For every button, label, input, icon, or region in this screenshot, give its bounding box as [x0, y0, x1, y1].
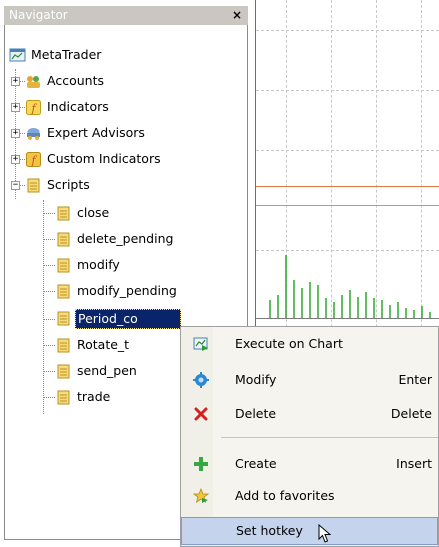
menu-item-create[interactable]: Create Insert: [181, 451, 438, 477]
menu-item-add-to-favorites[interactable]: Add to favorites: [181, 483, 438, 509]
tree-item-label: Period_co: [75, 309, 181, 329]
separator-line: [256, 205, 439, 206]
expand-plus-icon[interactable]: +: [11, 129, 20, 138]
menu-item-execute-on-chart[interactable]: Execute on Chart: [181, 331, 438, 357]
tree-item-label: Accounts: [47, 73, 104, 88]
tree-item-label: MetaTrader: [31, 47, 102, 62]
menu-item-modify[interactable]: Modify Enter: [181, 367, 438, 393]
tree-item-label: trade: [77, 389, 111, 404]
close-icon[interactable]: ×: [230, 6, 244, 25]
tree-item-label: close: [77, 205, 110, 220]
tree-line: [43, 200, 44, 414]
expand-plus-icon[interactable]: +: [11, 155, 20, 164]
menu-item-label: Set hotkey: [236, 523, 303, 538]
tree-item-label: modify: [77, 257, 120, 272]
mouse-cursor-icon: [318, 524, 332, 543]
tree-item-label: Custom Indicators: [47, 151, 161, 166]
scripts-icon: [27, 178, 40, 193]
menu-item-label: Modify: [235, 372, 277, 387]
script-icon: [57, 338, 70, 353]
tree-item-label: Expert Advisors: [47, 125, 145, 140]
menu-item-delete[interactable]: Delete Delete: [181, 401, 438, 427]
expand-plus-icon[interactable]: +: [11, 77, 20, 86]
favorites-star-icon: [193, 488, 209, 503]
indicators-icon: f: [26, 100, 41, 115]
navigator-title-bar[interactable]: Navigator ×: [4, 6, 248, 25]
script-icon: [57, 390, 70, 405]
price-line: [256, 186, 439, 187]
tree-item-label: Scripts: [47, 177, 90, 192]
tree-item-label: Rotate_t: [77, 337, 130, 352]
menu-item-label: Delete: [235, 406, 277, 421]
delete-x-icon: [194, 407, 208, 421]
modify-gear-icon: [193, 372, 209, 388]
menu-item-shortcut: Insert: [396, 456, 432, 471]
menu-separator: [221, 437, 438, 438]
tree-item-label: Indicators: [47, 99, 109, 114]
menu-item-label: Create: [235, 456, 277, 471]
script-icon: [57, 311, 70, 326]
create-plus-icon: [194, 457, 208, 471]
tree-item-label: send_pen: [77, 363, 137, 378]
menu-item-label: Add to favorites: [235, 488, 335, 503]
volume-bars: [269, 255, 431, 318]
custom-indicators-icon: f: [26, 152, 41, 167]
menu-item-set-hotkey[interactable]: Set hotkey: [181, 517, 438, 545]
menu-item-shortcut: Enter: [398, 372, 432, 387]
script-icon: [57, 232, 70, 247]
script-icon: [57, 364, 70, 379]
expert-advisors-icon: [27, 128, 40, 140]
metatrader-icon: [9, 48, 26, 62]
collapse-minus-icon[interactable]: −: [11, 181, 20, 190]
script-icon: [57, 206, 70, 221]
navigator-title: Navigator: [9, 8, 68, 22]
script-icon: [57, 284, 70, 299]
tree-item-label: delete_pending: [77, 231, 174, 246]
expand-plus-icon[interactable]: +: [11, 103, 20, 112]
accounts-icon: [27, 76, 40, 88]
execute-chart-icon: [193, 337, 208, 351]
script-icon: [57, 258, 70, 273]
tree-item-label: modify_pending: [77, 283, 177, 298]
menu-item-shortcut: Delete: [390, 406, 432, 421]
context-menu: Execute on Chart Modify Enter Delete Del…: [180, 326, 439, 547]
menu-item-label: Execute on Chart: [235, 336, 343, 351]
